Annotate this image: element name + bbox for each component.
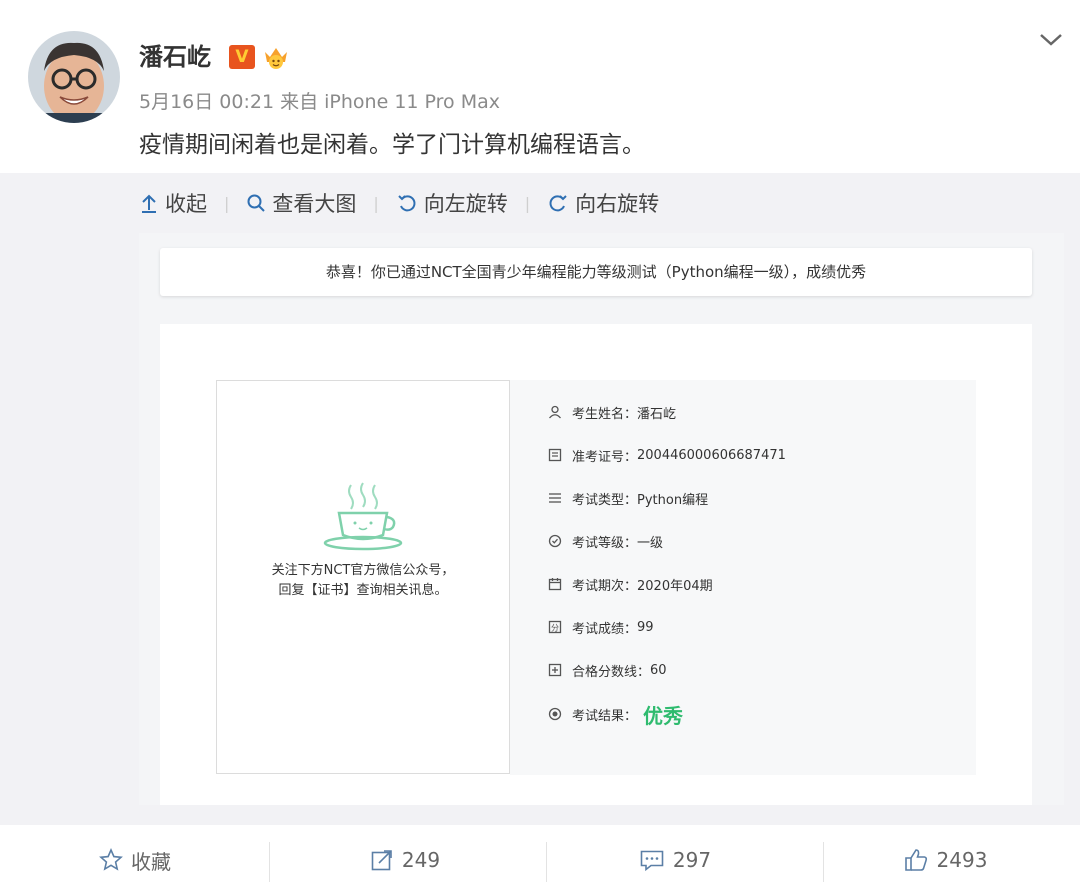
post-image[interactable]: 恭喜！你已通过NCT全国青少年编程能力等级测试（Python编程一级），成绩优秀… — [139, 233, 1064, 805]
author-name[interactable]: 潘石屹 — [139, 40, 211, 74]
toolbar-divider: | — [524, 193, 531, 213]
qr-note-line1: 关注下方NCT官方微信公众号， — [271, 563, 455, 578]
repost-count: 249 — [401, 848, 441, 872]
coffee-cup-icon — [323, 482, 403, 551]
favorite-label: 收藏 — [131, 849, 171, 874]
action-bar: 收藏 249 297 2493 — [0, 825, 1080, 895]
collapse-label: 收起 — [165, 192, 207, 216]
person-icon — [549, 405, 561, 419]
exam-field-score: 分 考试成绩： 99 — [548, 616, 654, 638]
rotate-right-button[interactable]: 向右旋转 — [547, 188, 659, 218]
comment-count: 297 — [672, 848, 712, 872]
exam-field-name: 考生姓名： 潘石屹 — [548, 401, 676, 423]
rotate-left-icon — [398, 195, 416, 212]
crown-badge-icon — [261, 42, 291, 70]
score-line-icon — [548, 663, 562, 677]
id-card-icon — [548, 448, 562, 462]
exam-field-ticket: 准考证号： 200446000606687471 — [548, 444, 786, 466]
toolbar-divider: | — [224, 193, 230, 213]
qr-note-line2: 回复【证书】查询相关讯息。 — [278, 583, 448, 598]
rotate-left-label: 向左旋转 — [423, 192, 508, 216]
exam-field-level: 考试等级： 一级 — [548, 530, 663, 552]
exam-field-type: 考试类型： Python编程 — [548, 487, 708, 509]
verified-badge-icon: V — [229, 45, 255, 69]
qr-card: 关注下方NCT官方微信公众号， 回复【证书】查询相关讯息。 — [216, 380, 510, 774]
comment-icon — [640, 850, 664, 872]
image-toolbar: 收起 | 查看大图 | 向左旋转 | 向右旋转 — [139, 187, 659, 219]
calendar-icon — [548, 578, 562, 591]
avatar[interactable] — [28, 31, 120, 123]
thumbs-up-icon — [904, 849, 927, 871]
rotate-left-button[interactable]: 向左旋转 — [396, 188, 508, 218]
qr-note: 关注下方NCT官方微信公众号， 回复【证书】查询相关讯息。 — [217, 561, 509, 601]
result-icon — [548, 707, 562, 721]
post-meta: 5月16日 00:21 来自 iPhone 11 Pro Max — [139, 91, 500, 113]
repost-icon — [371, 850, 392, 871]
star-icon — [99, 848, 123, 871]
congrats-banner: 恭喜！你已通过NCT全国青少年编程能力等级测试（Python编程一级），成绩优秀 — [160, 248, 1032, 296]
view-large-button[interactable]: 查看大图 — [246, 188, 356, 218]
badge-icon — [548, 534, 562, 548]
toolbar-divider: | — [373, 193, 379, 213]
score-icon: 分 — [548, 620, 562, 634]
view-large-label: 查看大图 — [272, 192, 357, 216]
collapse-button[interactable]: 收起 — [139, 188, 207, 218]
like-button[interactable]: 2493 — [810, 825, 1080, 895]
list-icon — [549, 493, 561, 503]
comment-button[interactable]: 297 — [540, 825, 810, 895]
repost-button[interactable]: 249 — [270, 825, 540, 895]
exam-field-pass-line: 合格分数线： 60 — [548, 659, 667, 681]
exam-field-result: 考试结果： 优秀 — [548, 700, 683, 728]
arrow-up-icon — [142, 194, 156, 213]
post-text: 疫情期间闲着也是闲着。学了门计算机编程语言。 — [139, 132, 645, 158]
certificate-panel: 关注下方NCT官方微信公众号， 回复【证书】查询相关讯息。 考生姓名： 潘石屹 — [160, 324, 1032, 805]
rotate-right-label: 向右旋转 — [575, 192, 660, 216]
svg-text:分: 分 — [551, 624, 559, 633]
like-count: 2493 — [936, 848, 988, 872]
rotate-right-icon — [549, 195, 567, 212]
favorite-button[interactable]: 收藏 — [0, 825, 270, 895]
result-value: 优秀 — [643, 703, 684, 728]
exam-field-session: 考试期次： 2020年04期 — [548, 573, 713, 595]
search-icon — [247, 194, 266, 212]
exam-info-card: 考生姓名： 潘石屹 准考证号： 200446000606687471 考试类型：… — [510, 380, 976, 775]
chevron-down-icon[interactable] — [1037, 30, 1065, 50]
